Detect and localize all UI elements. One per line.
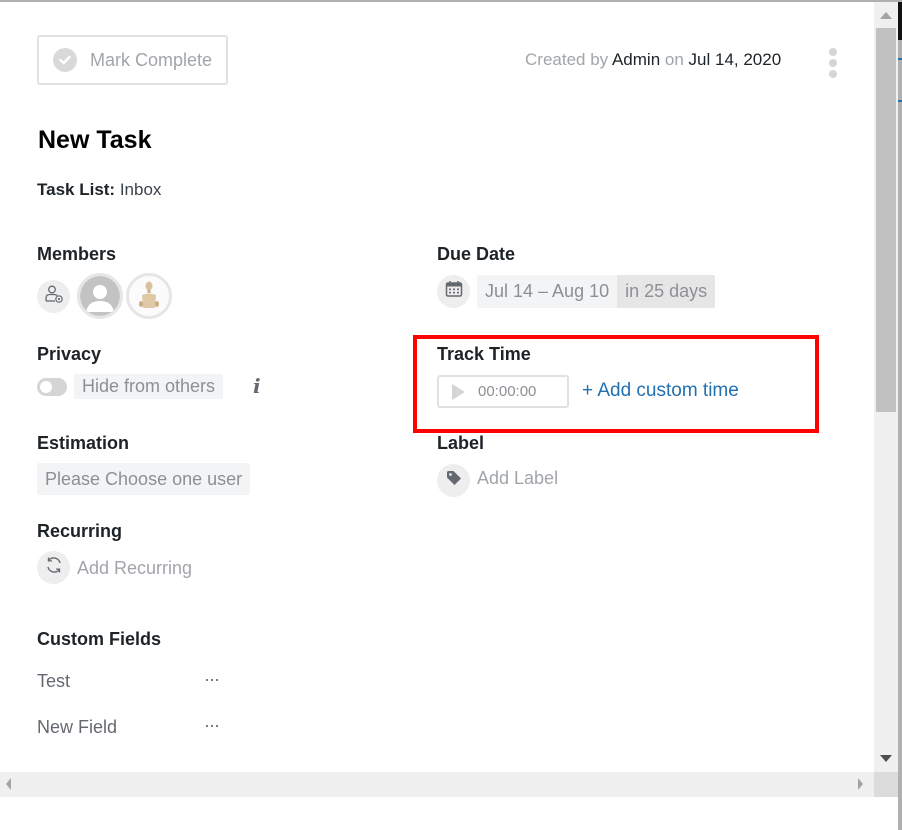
scroll-down-arrow-icon[interactable] bbox=[880, 755, 892, 762]
check-circle-icon bbox=[53, 48, 77, 72]
user-settings-icon bbox=[44, 284, 64, 309]
task-list-info: Task List: Inbox bbox=[37, 180, 161, 200]
timer-value: 00:00:00 bbox=[478, 383, 537, 400]
custom-field-menu-icon[interactable]: ··· bbox=[204, 669, 220, 690]
add-recurring-link[interactable]: Add Recurring bbox=[77, 558, 192, 579]
created-info: Created by Admin on Jul 14, 2020 bbox=[525, 50, 781, 70]
scroll-left-arrow-icon[interactable] bbox=[6, 778, 11, 790]
due-date-picker[interactable]: Jul 14 – Aug 10 in 25 days bbox=[477, 275, 716, 308]
edge-segment bbox=[898, 100, 902, 102]
due-date-range: Jul 14 – Aug 10 bbox=[477, 275, 618, 308]
due-date-relative: in 25 days bbox=[617, 275, 716, 308]
add-label-link[interactable]: Add Label bbox=[477, 468, 558, 489]
custom-fields-heading: Custom Fields bbox=[37, 629, 162, 649]
scroll-right-arrow-icon[interactable] bbox=[858, 778, 863, 790]
privacy-toggle[interactable] bbox=[37, 378, 67, 396]
created-on-word: on bbox=[664, 50, 684, 69]
due-date-button[interactable] bbox=[437, 275, 470, 308]
label-label: Label bbox=[437, 433, 485, 453]
label-button[interactable] bbox=[437, 464, 470, 497]
estimation-label: Estimation bbox=[37, 433, 130, 453]
members-label: Members bbox=[37, 244, 117, 264]
task-list-label: Task List: bbox=[37, 180, 116, 199]
member-avatar-default[interactable] bbox=[77, 273, 123, 319]
more-options-icon[interactable] bbox=[826, 48, 840, 78]
play-icon bbox=[452, 383, 465, 400]
mark-complete-label: Mark Complete bbox=[90, 49, 213, 70]
timer-start-button[interactable]: 00:00:00 bbox=[437, 375, 569, 408]
scrollbar-corner bbox=[874, 772, 898, 797]
custom-field-name: Test bbox=[37, 671, 71, 691]
task-title[interactable]: New Task bbox=[38, 126, 151, 155]
created-prefix: Created by bbox=[525, 50, 609, 69]
hide-from-others-text[interactable]: Hide from others bbox=[74, 374, 224, 399]
task-detail-modal: Mark Complete Created by Admin on Jul 14… bbox=[0, 2, 874, 772]
add-member-button[interactable] bbox=[37, 280, 70, 313]
due-date-label: Due Date bbox=[437, 244, 516, 264]
estimation-select[interactable]: Please Choose one user bbox=[37, 463, 251, 495]
task-list-value: Inbox bbox=[119, 180, 162, 199]
edge-segment bbox=[898, 58, 902, 60]
vertical-scrollbar[interactable] bbox=[874, 2, 898, 772]
horizontal-scrollbar[interactable] bbox=[0, 772, 874, 797]
member-avatar-mannequin[interactable] bbox=[126, 273, 172, 319]
vertical-scrollbar-thumb[interactable] bbox=[876, 28, 896, 412]
created-by-user: Admin bbox=[611, 50, 661, 69]
refresh-icon bbox=[44, 555, 64, 580]
recurring-button[interactable] bbox=[37, 551, 70, 584]
info-icon[interactable]: i bbox=[253, 374, 261, 398]
mark-complete-button[interactable]: Mark Complete bbox=[37, 35, 228, 85]
privacy-label: Privacy bbox=[37, 344, 102, 364]
edge-segment bbox=[898, 2, 902, 40]
custom-field-menu-icon[interactable]: ··· bbox=[204, 715, 220, 736]
scroll-up-arrow-icon[interactable] bbox=[880, 12, 892, 19]
calendar-icon bbox=[445, 280, 463, 303]
custom-field-name: New Field bbox=[37, 717, 118, 737]
recurring-label: Recurring bbox=[37, 521, 123, 541]
track-time-label: Track Time bbox=[437, 344, 531, 364]
created-date: Jul 14, 2020 bbox=[688, 50, 782, 69]
add-custom-time-link[interactable]: + Add custom time bbox=[582, 380, 739, 402]
background-page-edge bbox=[898, 2, 902, 830]
tag-icon bbox=[445, 469, 463, 492]
